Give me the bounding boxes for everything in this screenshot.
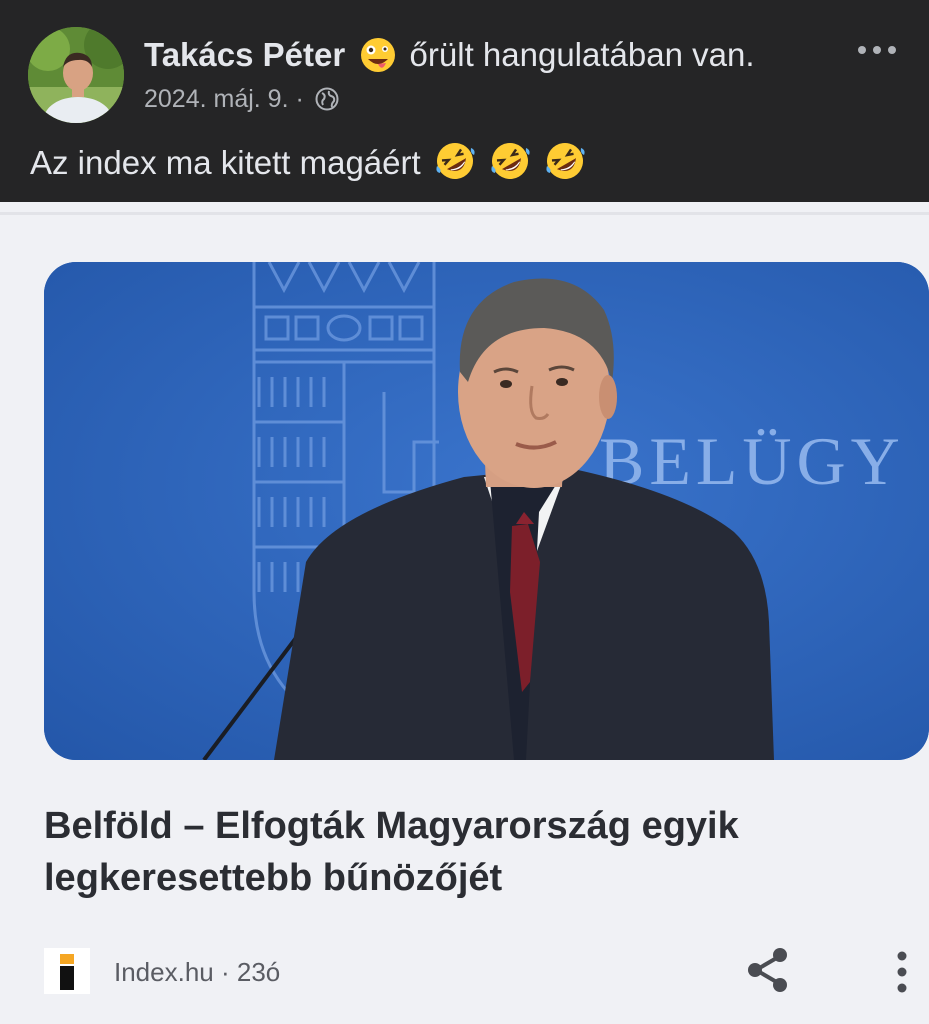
avatar[interactable] xyxy=(28,27,124,123)
rolling-laughing-emoji xyxy=(544,140,586,193)
rolling-laughing-emoji xyxy=(434,140,476,193)
globe-icon[interactable] xyxy=(315,86,339,120)
post-text-content: Az index ma kitett magáért xyxy=(30,144,421,181)
shared-link-card[interactable]: BELÜGY Belföld – Elfogták Magyarország e… xyxy=(0,202,929,1024)
source-label[interactable]: Index.hu · 23ó xyxy=(114,956,280,988)
more-dots-icon[interactable] xyxy=(855,38,899,62)
share-icon[interactable] xyxy=(742,944,794,996)
post-date[interactable]: 2024. máj. 9. xyxy=(144,85,289,113)
author-name[interactable]: Takács Péter xyxy=(144,36,345,73)
avatar-photo xyxy=(28,27,124,123)
post-meta: 2024. máj. 9. · xyxy=(144,82,339,120)
facebook-post-header: Takács Péter őrült hangulatában van. 202… xyxy=(0,0,929,202)
card-divider xyxy=(0,212,929,215)
zany-face-emoji xyxy=(360,37,396,83)
wall-sign-text: BELÜGY xyxy=(599,423,905,499)
article-headline[interactable]: Belföld – Elfogták Magyarország egyik le… xyxy=(44,800,894,904)
author-line: Takács Péter őrült hangulatában van. xyxy=(144,34,754,83)
source-row: Index.hu · 23ó xyxy=(44,944,924,1000)
index-logo-icon[interactable] xyxy=(44,948,90,994)
rolling-laughing-emoji xyxy=(489,140,531,193)
feeling-text: őrült hangulatában van. xyxy=(409,36,755,73)
meta-separator: · xyxy=(295,85,304,113)
vertical-dots-icon[interactable] xyxy=(890,948,914,996)
post-text: Az index ma kitett magáért xyxy=(30,140,586,193)
article-thumbnail[interactable]: BELÜGY xyxy=(44,262,929,760)
